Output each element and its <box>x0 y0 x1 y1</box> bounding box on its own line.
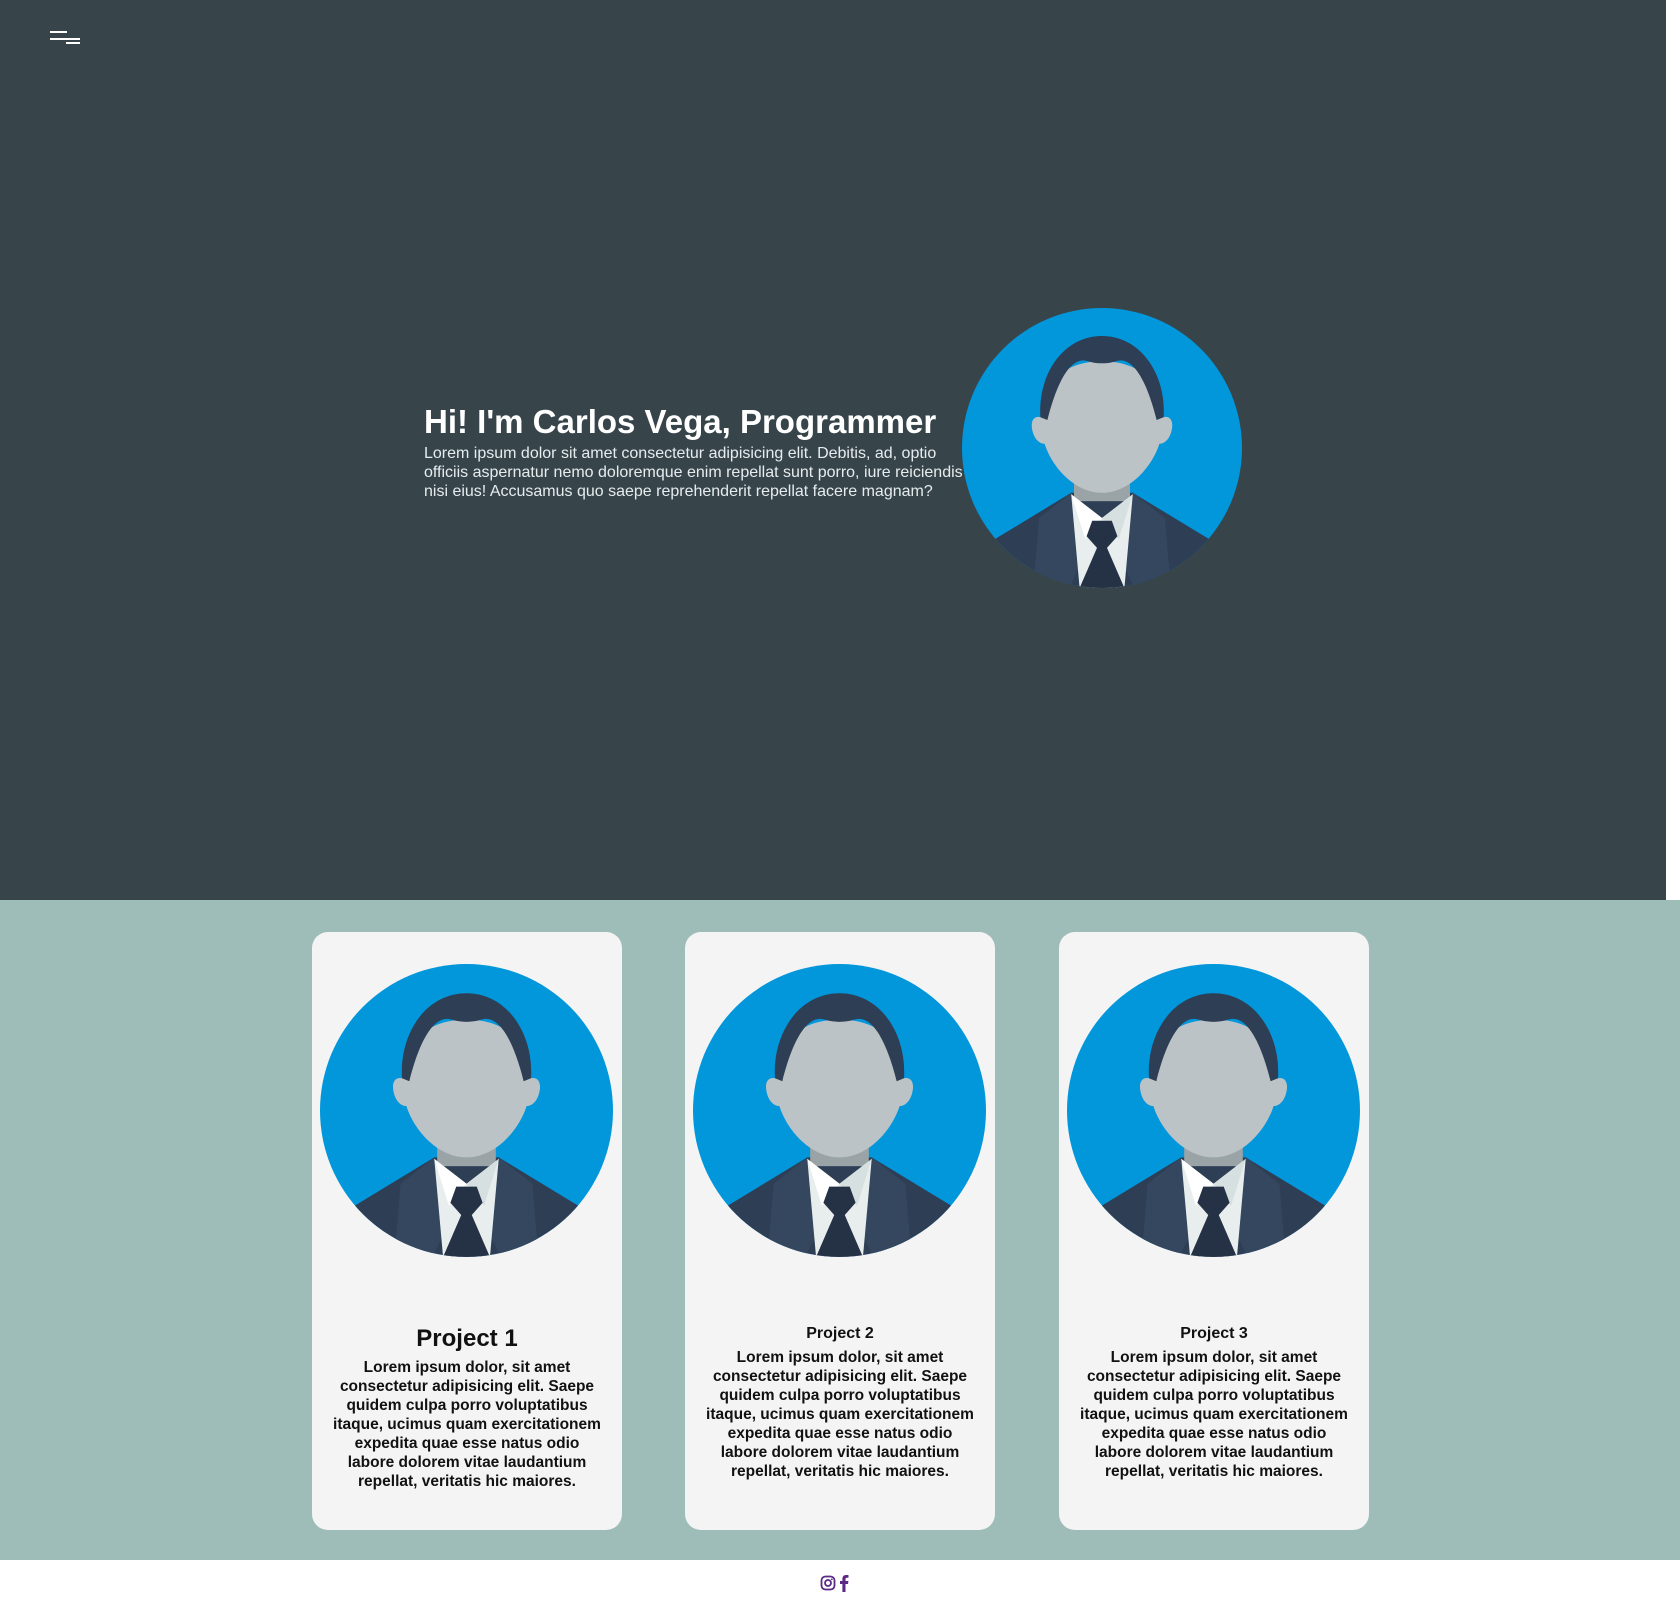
hero-text: Hi! I'm Carlos Vega, Programmer Lorem ip… <box>424 400 964 501</box>
project-title: Project 1 <box>416 1325 518 1352</box>
project-description: Lorem ipsum dolor, sit amet consectetur … <box>333 1359 601 1490</box>
menu-icon-line <box>50 38 80 40</box>
facebook-icon[interactable] <box>838 1574 854 1592</box>
project-description: Lorem ipsum dolor, sit amet consectetur … <box>1080 1349 1348 1480</box>
project-card-1: Project 1 Lorem ipsum dolor, sit amet co… <box>312 932 622 1530</box>
project-description: Lorem ipsum dolor, sit amet consectetur … <box>706 1349 974 1480</box>
menu-button[interactable] <box>46 26 82 50</box>
hero-title: Hi! I'm Carlos Vega, Programmer <box>424 403 937 440</box>
projects-section: Project 1 Lorem ipsum dolor, sit amet co… <box>0 900 1680 1560</box>
user-avatar-icon <box>320 964 613 1257</box>
hero-description: Lorem ipsum dolor sit amet consectetur a… <box>424 445 963 500</box>
project-card-3: Project 3 Lorem ipsum dolor, sit amet co… <box>1059 932 1369 1530</box>
menu-icon <box>50 31 67 33</box>
project-title: Project 2 <box>806 1325 874 1342</box>
user-avatar-icon <box>1067 964 1360 1257</box>
user-avatar-icon <box>962 308 1242 588</box>
menu-icon-line <box>66 42 80 44</box>
project-card-2: Project 2 Lorem ipsum dolor, sit amet co… <box>685 932 995 1530</box>
hero-section: Hi! I'm Carlos Vega, Programmer Lorem ip… <box>0 0 1666 900</box>
footer <box>0 1560 1680 1609</box>
project-title: Project 3 <box>1180 1325 1248 1342</box>
instagram-icon[interactable] <box>820 1574 836 1592</box>
page-edge <box>1666 0 1680 900</box>
social-links <box>820 1574 854 1592</box>
user-avatar-icon <box>693 964 986 1257</box>
